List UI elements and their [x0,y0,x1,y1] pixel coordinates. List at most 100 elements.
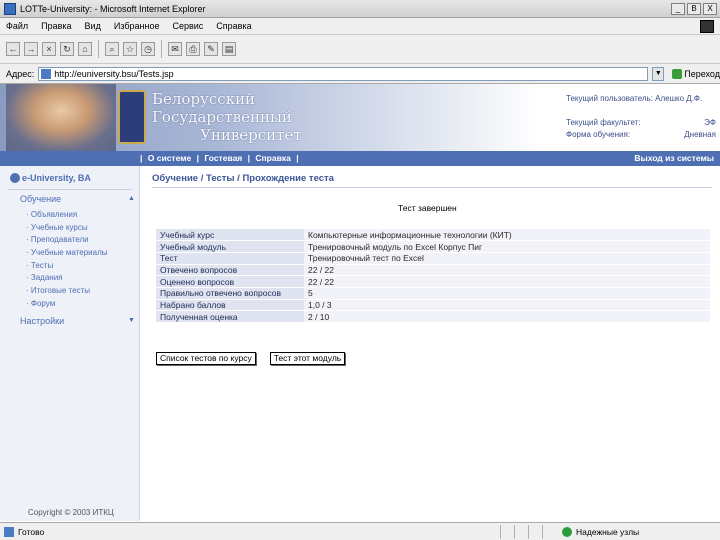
page-icon [41,68,52,79]
brand-logo-icon [10,173,20,183]
result-value: 5 [304,287,710,300]
result-value: Компьютерные информационные технологии (… [304,229,710,242]
favorites-icon[interactable]: ☆ [123,42,137,56]
menu-file[interactable]: Файл [6,21,28,31]
address-input[interactable] [54,68,645,79]
sidebar-item-tests[interactable]: · Тесты [26,261,108,274]
logout-link[interactable]: Выход из системы [634,153,714,163]
window-title: LOTTe-University: - Microsoft Internet E… [20,3,206,14]
sidebar-item-announcements[interactable]: · Объявления [26,210,108,223]
nav-separator: | [140,153,143,163]
menu-bar: Файл Правка Вид Избранное Сервис Справка [0,18,720,35]
search-icon[interactable]: ⌕ [105,42,119,56]
nav-link-guestbook[interactable]: Гостевая [204,153,242,163]
result-value: 22 / 22 [304,264,710,277]
table-row: Набрано баллов 1,0 / 3 [156,299,710,312]
go-button[interactable]: Переход [672,68,720,79]
discuss-icon[interactable]: ▤ [222,42,236,56]
mail-icon[interactable]: ✉ [168,42,182,56]
menu-help[interactable]: Справка [216,21,251,31]
back-icon[interactable]: ← [6,42,20,56]
sidebar-item-teachers[interactable]: · Преподаватели [26,235,108,248]
menu-favorites[interactable]: Избранное [114,21,160,31]
to-tests-button[interactable]: Список тестов по курсу [156,352,256,365]
content-divider [152,187,712,188]
sidebar-group-learning[interactable]: Обучение [20,194,61,204]
table-row: Отвечено вопросов 22 / 22 [156,264,710,277]
status-left: Готово [0,526,500,537]
toolbar-separator [98,40,99,58]
ie-app-icon [4,2,16,15]
status-cell [542,524,556,539]
top-nav-links: | О системе | Гостевая | Справка | [140,153,302,163]
university-name-line: Белорусский [152,90,256,108]
window-controls: _ B X [671,2,717,15]
breadcrumb: Обучение / Тесты / Прохождение теста [152,173,334,184]
sidebar-item-final-tests[interactable]: · Итоговые тесты [26,286,108,299]
header-photo [6,84,116,151]
nav-link-help[interactable]: Справка [255,153,290,163]
sidebar-item-assignments[interactable]: · Задания [26,273,108,286]
security-zone-label: Надежные узлы [576,526,640,537]
sidebar-item-forum[interactable]: · Форум [26,299,108,312]
result-value: 22 / 22 [304,275,710,288]
result-label: Правильно отвечено вопросов [156,287,304,300]
table-row: Полученная оценка 2 / 10 [156,310,710,323]
sidebar-items: · Объявления · Учебные курсы · Преподава… [26,210,108,312]
result-label: Учебный модуль [156,240,304,253]
nav-separator: | [296,153,299,163]
sidebar-item-courses[interactable]: · Учебные курсы [26,223,108,236]
sidebar-group-settings[interactable]: Настройки [20,316,64,326]
user-info-row: Текущий пользователь: Алешко Д.Ф. [566,94,716,106]
windows-logo-icon [700,20,714,33]
status-cell [514,524,528,539]
user-info-label: Форма обучения: [566,130,631,139]
user-info-row: Текущий факультет: ЭФ [566,118,716,130]
maximize-button[interactable]: B [687,2,701,15]
user-info-value: ЭФ [704,118,716,127]
print-icon[interactable]: ⎙ [186,42,200,56]
copyright: Copyright © 2003 ИТКЦ [28,508,114,517]
university-crest-icon [118,90,146,144]
forward-icon[interactable]: → [24,42,38,56]
top-nav: | О системе | Гостевая | Справка | Выход… [0,151,720,166]
result-label: Оценено вопросов [156,275,304,288]
address-dropdown-icon[interactable]: ▼ [652,66,665,81]
menu-tools[interactable]: Сервис [172,21,203,31]
to-module-button[interactable]: Тест этот модуль [269,352,346,365]
stop-icon[interactable]: × [42,42,56,56]
result-value: 2 / 10 [304,310,710,323]
chevron-up-icon[interactable]: ▲ [128,195,135,202]
edit-icon[interactable]: ✎ [204,42,218,56]
go-arrow-icon [672,68,683,79]
status-cell [500,524,514,539]
refresh-icon[interactable]: ↻ [60,42,74,56]
menu-edit[interactable]: Правка [41,21,71,31]
home-icon[interactable]: ⌂ [78,42,92,56]
security-zone[interactable]: Надежные узлы [562,526,640,537]
minimize-button[interactable]: _ [671,2,685,15]
window-titlebar: LOTTe-University: - Microsoft Internet E… [0,0,720,18]
address-field[interactable] [38,66,649,81]
chevron-down-icon[interactable]: ▼ [128,317,135,324]
result-label: Тест [156,252,304,265]
result-value: Тренировочный модуль по Excel Корпус Пиг [304,240,710,253]
nav-separator: | [247,153,251,163]
address-label: Адрес: [6,68,35,79]
sidebar-brand[interactable]: e-University, BA [22,173,91,183]
browser-toolbar: ← → × ↻ ⌂ ⌕ ☆ ◷ ✉ ⎙ ✎ ▤ [0,35,720,64]
result-label: Отвечено вопросов [156,264,304,277]
close-button[interactable]: X [703,2,717,15]
nav-link-about[interactable]: О системе [148,153,191,163]
table-row: Тест Тренировочный тест по Excel [156,252,710,265]
menu-view[interactable]: Вид [85,21,101,31]
table-row: Учебный курс Компьютерные информационные… [156,229,710,242]
sidebar-item-materials[interactable]: · Учебные материалы [26,248,108,261]
status-cells [500,524,556,539]
result-label: Полученная оценка [156,310,304,323]
result-label: Учебный курс [156,229,304,242]
result-value: 1,0 / 3 [304,299,710,312]
status-text: Готово [18,526,45,537]
toolbar-separator [161,40,162,58]
history-icon[interactable]: ◷ [141,42,155,56]
